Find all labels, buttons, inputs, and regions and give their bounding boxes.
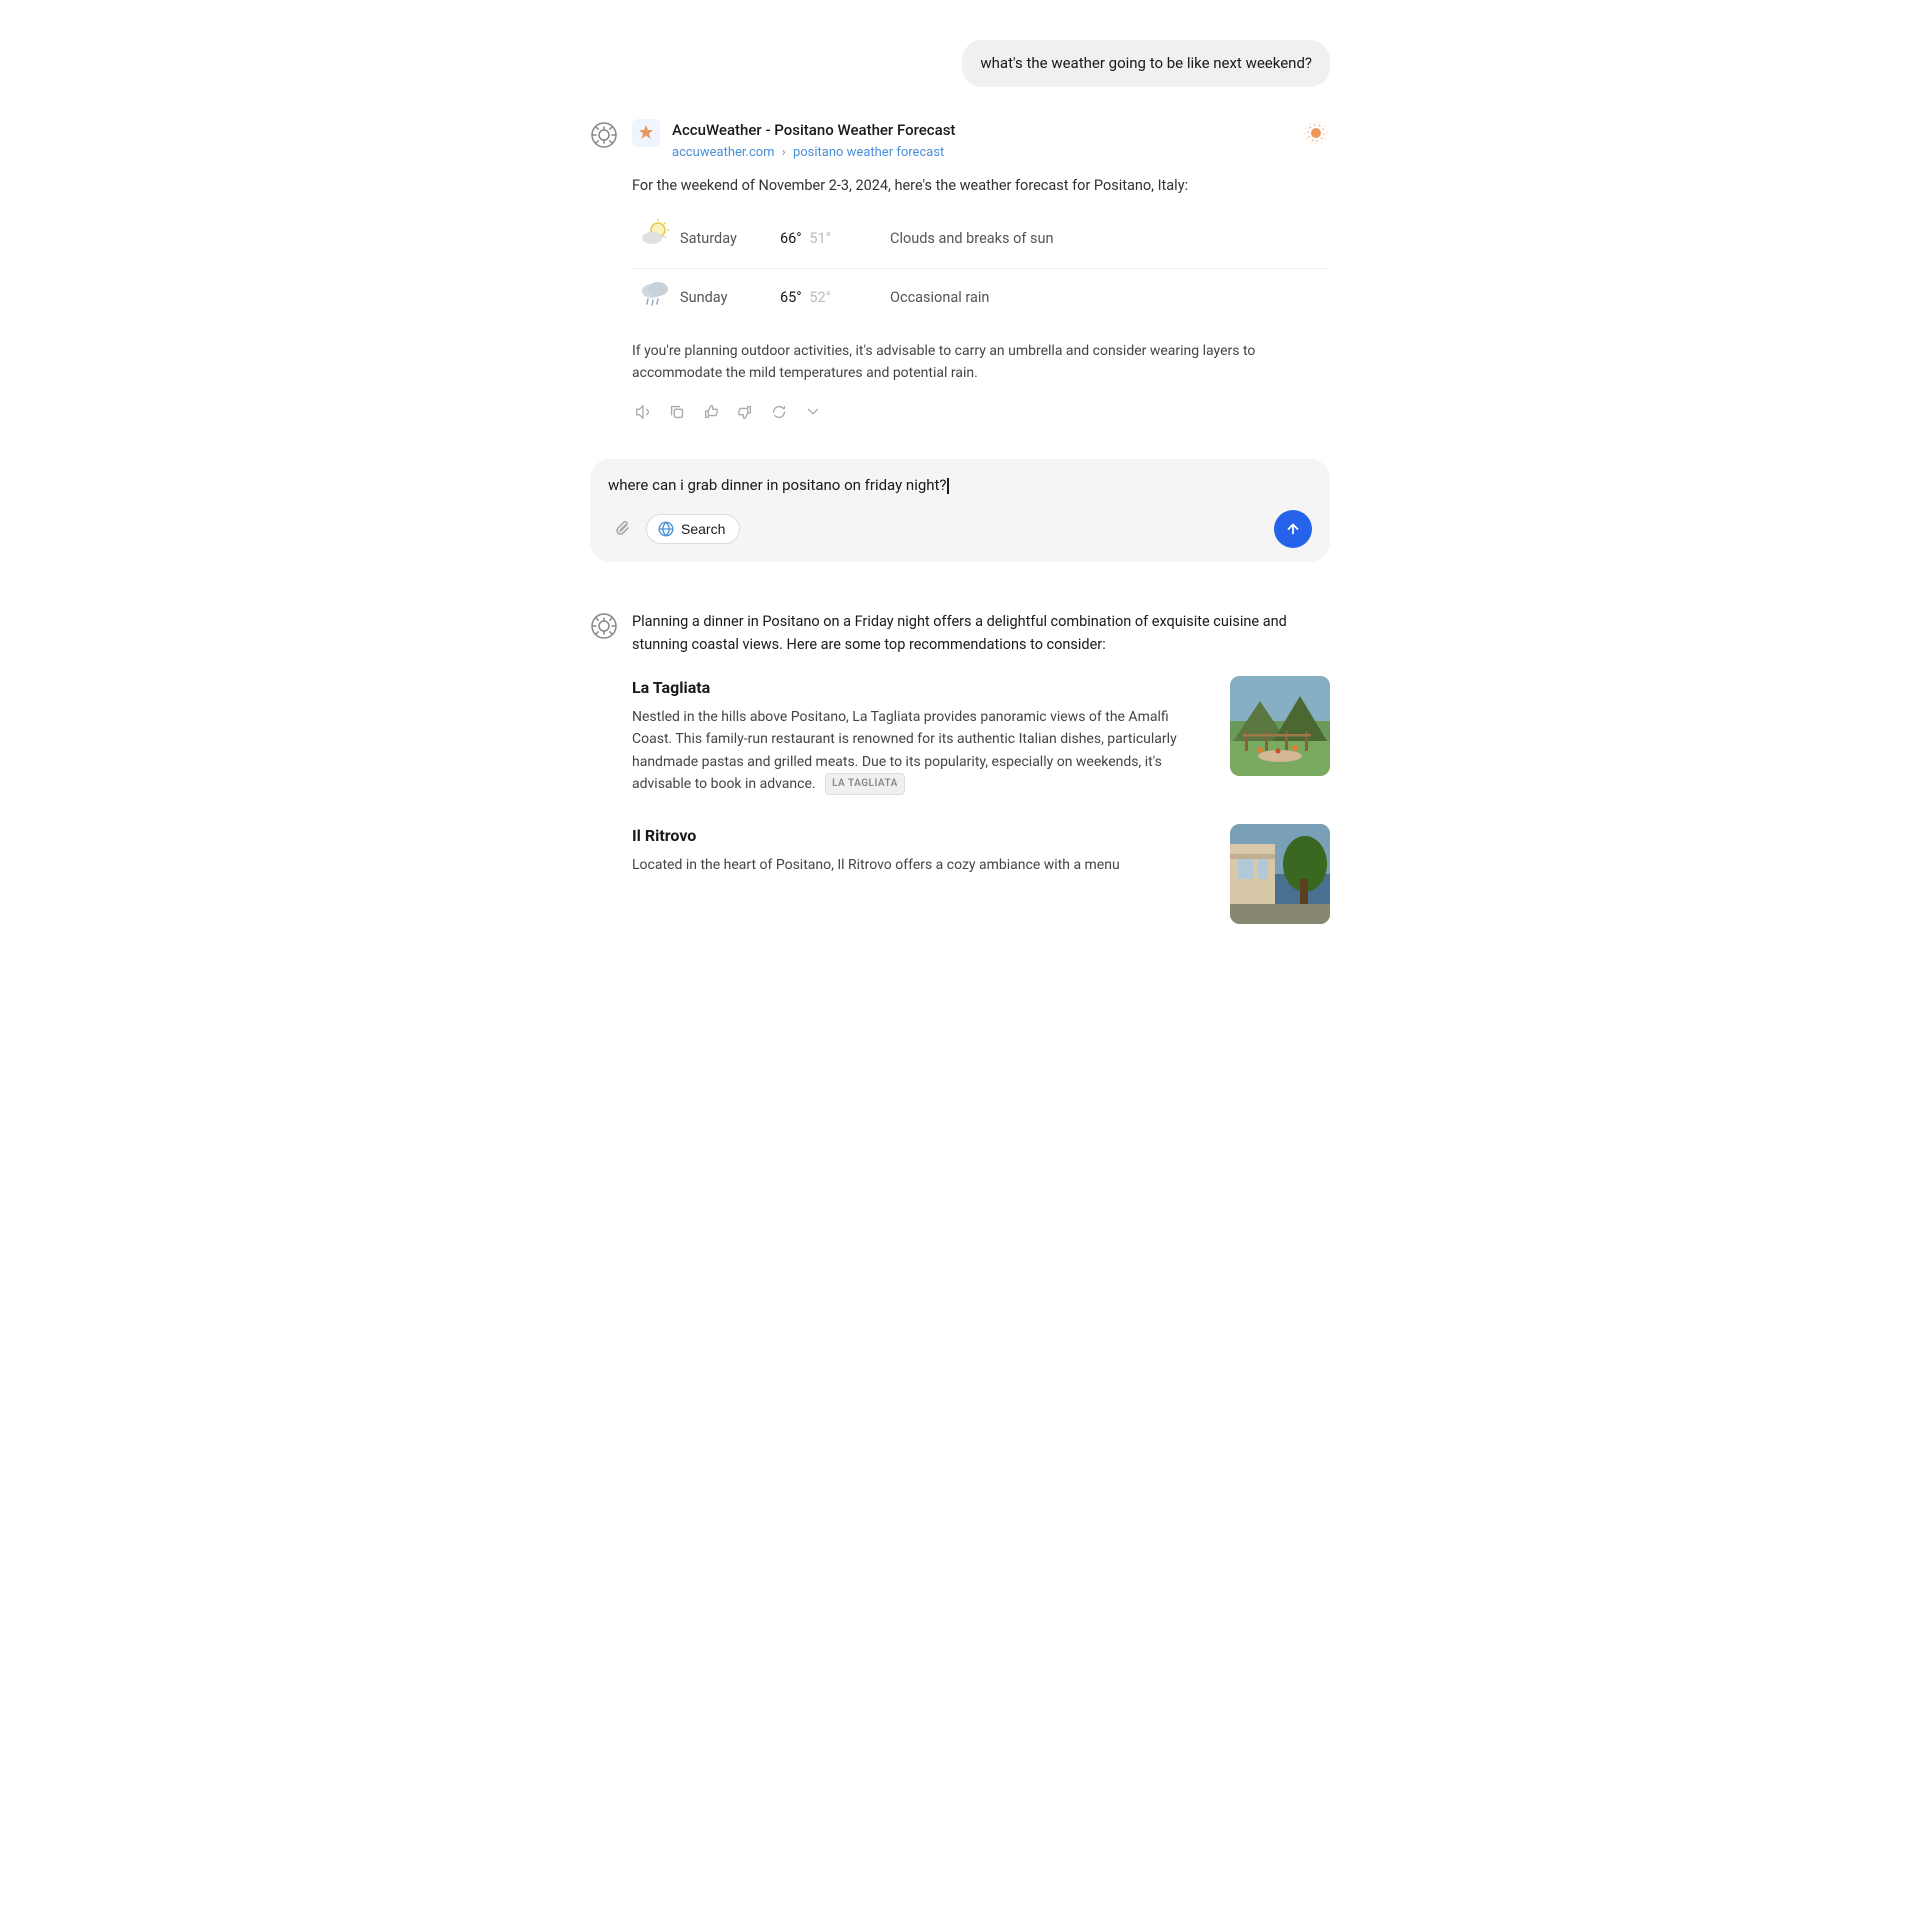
saturday-high: 66° [780, 230, 802, 247]
saturday-desc: Clouds and breaks of sun [890, 228, 1053, 250]
send-button[interactable] [1274, 510, 1312, 548]
sunday-temps: 65° 52° [780, 287, 890, 309]
assistant-content-2: Planning a dinner in Positano on a Frida… [632, 610, 1330, 952]
source-path: positano weather forecast [793, 145, 944, 160]
sunday-weather-icon [632, 275, 680, 321]
search-label: Search [681, 521, 725, 537]
input-text: where can i grab dinner in positano on f… [608, 475, 1312, 496]
assistant-response-1: AccuWeather - Positano Weather Forecast … [590, 119, 1330, 423]
search-button[interactable]: Search [646, 514, 740, 544]
restaurant-image-tagliata [1230, 676, 1330, 776]
user-message-1-wrap: what's the weather going to be like next… [590, 40, 1330, 87]
saturday-temps: 66° 51° [780, 228, 890, 250]
sunday-day: Sunday [680, 287, 780, 309]
assistant-content-1: AccuWeather - Positano Weather Forecast … [632, 119, 1330, 423]
restaurant-name-tagliata: La Tagliata [632, 676, 1212, 700]
source-title: AccuWeather - Positano Weather Forecast [672, 119, 1290, 142]
attach-button[interactable] [608, 515, 636, 543]
restaurant-desc-ritrovo: Located in the heart of Positano, Il Rit… [632, 854, 1212, 876]
weather-row-saturday: Saturday 66° 51° Clouds and breaks of su… [632, 210, 1330, 269]
saturday-weather-icon [632, 216, 680, 262]
restaurant-desc-tagliata: Nestled in the hills above Positano, La … [632, 706, 1212, 796]
assistant-response-2: Planning a dinner in Positano on a Frida… [590, 610, 1330, 952]
thumbs-up-icon[interactable] [700, 401, 722, 423]
action-bar [632, 401, 1330, 423]
input-value: where can i grab dinner in positano on f… [608, 476, 947, 494]
assistant-avatar [590, 121, 618, 149]
forecast-intro: For the weekend of November 2-3, 2024, h… [632, 175, 1330, 197]
forecast-note: If you're planning outdoor activities, i… [632, 341, 1330, 384]
chevron-down-icon[interactable] [802, 401, 824, 423]
source-breadcrumb: accuweather.com › positano weather forec… [672, 143, 1290, 163]
input-container[interactable]: where can i grab dinner in positano on f… [590, 459, 1330, 562]
restaurant-image-ritrovo [1230, 824, 1330, 924]
assistant-avatar-2 [590, 612, 618, 640]
sun-icon [1302, 119, 1330, 147]
weather-table: Saturday 66° 51° Clouds and breaks of su… [632, 210, 1330, 327]
read-aloud-icon[interactable] [632, 401, 654, 423]
restaurant-card-tagliata: La Tagliata Nestled in the hills above P… [632, 676, 1330, 796]
source-domain: accuweather.com [672, 145, 775, 160]
restaurant-name-ritrovo: Il Ritrovo [632, 824, 1212, 848]
restaurant-tag-tagliata: LA TAGLIATA [825, 773, 905, 795]
sunday-low: 52° [809, 289, 831, 306]
input-toolbar: Search [608, 510, 1312, 548]
copy-icon[interactable] [666, 401, 688, 423]
restaurant-info-ritrovo: Il Ritrovo Located in the heart of Posit… [632, 824, 1212, 924]
sunday-desc: Occasional rain [890, 287, 989, 309]
source-card: AccuWeather - Positano Weather Forecast … [632, 119, 1330, 163]
regenerate-icon[interactable] [768, 401, 790, 423]
thumbs-down-icon[interactable] [734, 401, 756, 423]
restaurant-info-tagliata: La Tagliata Nestled in the hills above P… [632, 676, 1212, 796]
accuweather-icon [632, 119, 660, 147]
weather-row-sunday: Sunday 65° 52° Occasional rain [632, 269, 1330, 327]
saturday-day: Saturday [680, 228, 780, 250]
user-message-1: what's the weather going to be like next… [962, 40, 1330, 87]
text-cursor [947, 478, 949, 494]
source-card-body: AccuWeather - Positano Weather Forecast … [672, 119, 1290, 163]
input-toolbar-left: Search [608, 514, 740, 544]
saturday-low: 51° [809, 230, 831, 247]
response-intro: Planning a dinner in Positano on a Frida… [632, 610, 1330, 656]
chat-container: what's the weather going to be like next… [570, 0, 1350, 1048]
restaurant-card-ritrovo: Il Ritrovo Located in the heart of Posit… [632, 824, 1330, 924]
sunday-high: 65° [780, 289, 802, 306]
breadcrumb-arrow: › [782, 145, 786, 160]
